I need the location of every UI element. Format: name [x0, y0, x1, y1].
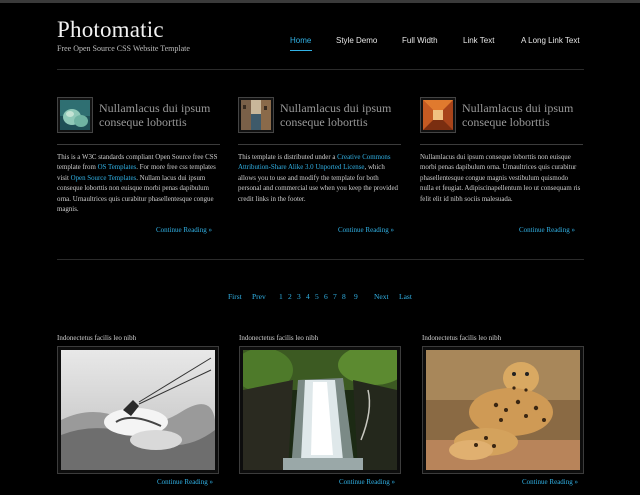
header-divider — [57, 69, 584, 70]
featured-title[interactable]: Nullamlacus dui ipsum conseque loborttis — [99, 101, 229, 129]
dolphin-thumbnail-icon[interactable] — [57, 97, 93, 133]
featured-title[interactable]: Nullamlacus dui ipsum conseque loborttis — [462, 101, 592, 129]
gallery-caption: Indonectetus facilis leo nibh — [422, 334, 502, 342]
corridor-thumbnail-icon[interactable] — [420, 97, 456, 133]
featured-text: Nullamlacus dui ipsum conseque loborttis… — [420, 153, 583, 205]
pagination-page[interactable]: 6 — [324, 292, 328, 301]
gallery-caption: Indonectetus facilis leo nibh — [239, 334, 319, 342]
pagination-next[interactable]: Next — [374, 292, 389, 301]
pagination-page[interactable]: 3 — [297, 292, 301, 301]
pagination-page[interactable]: 5 — [315, 292, 319, 301]
leopard-photo-icon[interactable] — [422, 346, 584, 474]
site-tagline: Free Open Source CSS Website Template — [57, 44, 190, 53]
kitesurfer-photo-icon[interactable] — [57, 346, 219, 474]
continue-reading-link[interactable]: Continue Reading » — [157, 478, 213, 486]
nav-active-underline — [290, 50, 312, 51]
nav-full-width[interactable]: Full Width — [402, 36, 438, 48]
top-bar — [0, 0, 640, 3]
featured-text: This template is distributed under a Cre… — [238, 153, 401, 205]
pagination-page[interactable]: 8 — [342, 292, 346, 301]
text-span: Nullamlacus dui ipsum conseque loborttis… — [420, 154, 581, 203]
featured-text: This is a W3C standards compliant Open S… — [57, 153, 220, 215]
featured-rule — [420, 144, 583, 145]
continue-reading-link[interactable]: Continue Reading » — [156, 226, 212, 234]
featured-title[interactable]: Nullamlacus dui ipsum conseque loborttis — [280, 101, 410, 129]
pagination-first[interactable]: First — [228, 292, 242, 301]
site-logo[interactable]: Photomatic — [57, 17, 164, 43]
continue-reading-link[interactable]: Continue Reading » — [338, 226, 394, 234]
pagination-last[interactable]: Last — [399, 292, 412, 301]
nav-long-link-text[interactable]: A Long Link Text — [521, 36, 580, 48]
gallery-caption: Indonectetus facilis leo nibh — [57, 334, 137, 342]
inline-link[interactable]: Open Source Templates — [71, 175, 137, 182]
featured-rule — [57, 144, 220, 145]
nav-style-demo[interactable]: Style Demo — [336, 36, 377, 48]
continue-reading-link[interactable]: Continue Reading » — [522, 478, 578, 486]
section-divider — [57, 259, 584, 260]
canal-thumbnail-icon[interactable] — [238, 97, 274, 133]
nav-home[interactable]: Home — [290, 36, 311, 48]
featured-rule — [238, 144, 401, 145]
continue-reading-link[interactable]: Continue Reading » — [519, 226, 575, 234]
nav-link-text[interactable]: Link Text — [463, 36, 494, 48]
pagination-prev[interactable]: Prev — [252, 292, 266, 301]
pagination-page[interactable]: 2 — [288, 292, 292, 301]
pagination-page[interactable]: 7 — [333, 292, 337, 301]
inline-link[interactable]: OS Templates — [98, 164, 137, 171]
pagination-page[interactable]: 9 — [354, 292, 358, 301]
text-span: This template is distributed under a — [238, 154, 338, 161]
continue-reading-link[interactable]: Continue Reading » — [339, 478, 395, 486]
waterfall-photo-icon[interactable] — [239, 346, 401, 474]
pagination-page[interactable]: 4 — [306, 292, 310, 301]
pagination-page[interactable]: 1 — [279, 292, 283, 301]
